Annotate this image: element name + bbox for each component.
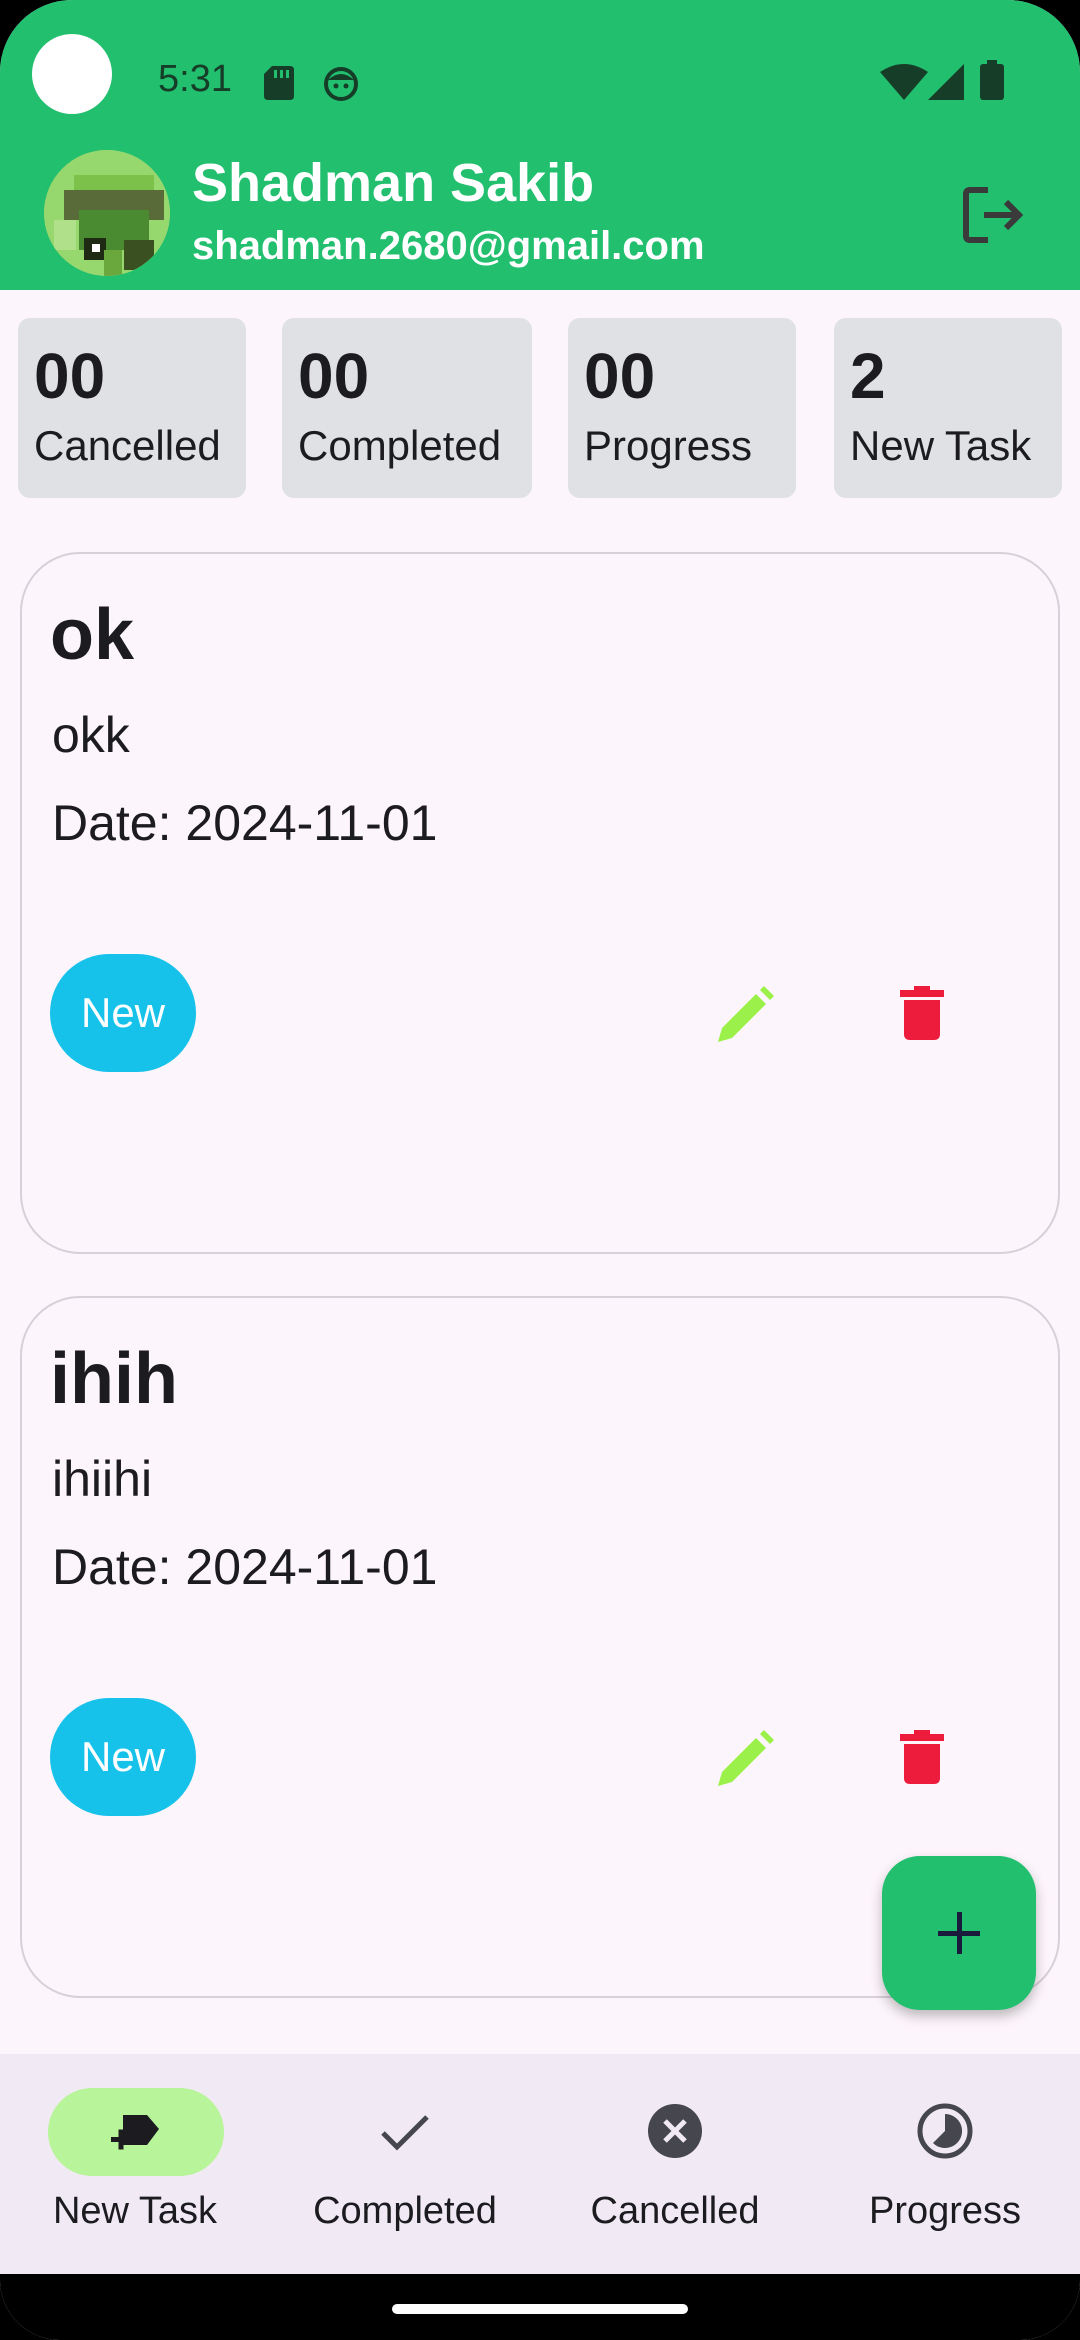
task-description: okk (52, 707, 130, 763)
task-date: Date: 2024-11-01 (52, 1539, 438, 1595)
delete-icon[interactable] (900, 986, 944, 1040)
nav-label: New Task (52, 2190, 218, 2232)
avatar[interactable] (44, 150, 170, 276)
cancel-circle-icon (648, 2104, 702, 2158)
add-task-button[interactable] (882, 1856, 1036, 2010)
nav-item-new-task[interactable]: New Task (0, 2054, 270, 2274)
status-chip[interactable]: New (50, 1698, 196, 1816)
summary-card-completed: 00 Completed (282, 318, 532, 498)
task-date: Date: 2024-11-01 (52, 795, 438, 851)
summary-card-cancelled: 00 Cancelled (18, 318, 246, 498)
nav-item-cancelled[interactable]: Cancelled (540, 2054, 810, 2274)
summary-label: New Task (850, 422, 1032, 469)
wifi-icon (880, 64, 928, 100)
summary-card-new-task: 2 New Task (834, 318, 1062, 498)
check-icon (381, 2115, 429, 2151)
summary-label: Progress (584, 422, 753, 469)
app-header: 5:31 Shadman Sakib shadman.2680@gmail.co… (0, 0, 1080, 290)
home-gesture-bar[interactable] (392, 2304, 688, 2314)
task-title: ok (50, 595, 135, 675)
delete-icon[interactable] (900, 1730, 944, 1784)
edit-icon[interactable] (714, 986, 774, 1046)
avatar-image (44, 150, 170, 276)
new-task-icon (111, 2115, 159, 2150)
nav-label: Progress (868, 2190, 1022, 2232)
task-description: ihiihi (52, 1451, 153, 1507)
signal-icon (928, 64, 964, 100)
summary-count: 00 (584, 340, 656, 412)
summary-card-progress: 00 Progress (568, 318, 796, 498)
status-chip[interactable]: New (50, 954, 196, 1072)
nav-label: Completed (313, 2190, 497, 2232)
logout-icon[interactable] (958, 180, 1028, 250)
sd-card-icon (264, 66, 294, 100)
nav-item-completed[interactable]: Completed (270, 2054, 540, 2274)
battery-icon (980, 60, 1004, 100)
user-email: shadman.2680@gmail.com (192, 224, 705, 268)
task-title: ihih (50, 1339, 178, 1419)
task-card[interactable]: ok okk Date: 2024-11-01 New (20, 552, 1060, 1254)
debug-icon (324, 67, 358, 101)
app-screen: 5:31 Shadman Sakib shadman.2680@gmail.co… (0, 0, 1080, 2340)
status-time: 5:31 (158, 58, 232, 100)
user-name: Shadman Sakib (192, 153, 595, 213)
summary-label: Completed (298, 422, 502, 469)
summary-count: 2 (850, 340, 886, 412)
nav-label: Cancelled (590, 2190, 760, 2232)
bottom-navigation: New Task Completed Cancelled Progress (0, 2054, 1080, 2274)
progress-icon (917, 2103, 973, 2159)
summary-count: 00 (298, 340, 370, 412)
edit-icon[interactable] (714, 1730, 774, 1790)
summary-label: Cancelled (34, 422, 221, 469)
summary-count: 00 (34, 340, 106, 412)
camera-cutout (32, 34, 112, 114)
nav-item-progress[interactable]: Progress (810, 2054, 1080, 2274)
